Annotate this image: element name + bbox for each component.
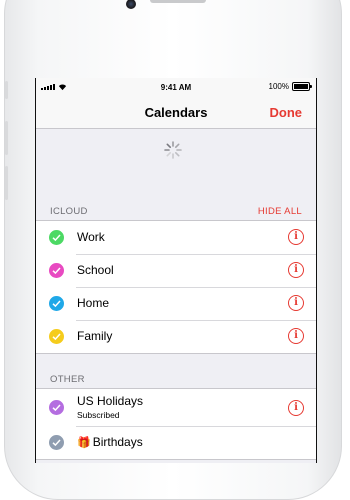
checkmark-icon[interactable]	[49, 435, 64, 450]
checkmark-icon[interactable]	[49, 329, 64, 344]
volume-up-button	[5, 121, 8, 155]
info-icon[interactable]: i	[288, 400, 304, 416]
calendar-label: 🎁 Birthdays	[77, 435, 143, 449]
calendar-row-school[interactable]: School i	[36, 254, 316, 287]
section-header-other: OTHER	[50, 374, 85, 385]
screen: 9:41 AM 100% Calendars Done ICLOUD HIDE …	[35, 78, 317, 463]
battery-percent: 100%	[268, 82, 289, 91]
done-button[interactable]: Done	[270, 105, 303, 120]
other-calendar-list: US Holidays Subscribed i 🎁 Birthdays	[36, 388, 316, 460]
calendar-label: Family	[77, 329, 113, 343]
navigation-bar: Calendars Done	[36, 98, 316, 129]
info-icon[interactable]: i	[288, 328, 304, 344]
checkmark-icon[interactable]	[49, 400, 64, 415]
info-icon[interactable]: i	[288, 295, 304, 311]
calendar-row-birthdays[interactable]: 🎁 Birthdays	[36, 426, 316, 459]
calendar-row-work[interactable]: Work i	[36, 221, 316, 254]
calendar-label: School	[77, 263, 114, 277]
battery-icon	[292, 82, 312, 91]
checkmark-icon[interactable]	[49, 296, 64, 311]
calendar-row-family[interactable]: Family i	[36, 320, 316, 353]
volume-down-button	[5, 166, 8, 200]
calendar-label: US Holidays	[77, 394, 144, 408]
front-camera	[126, 0, 136, 9]
loading-spinner-icon	[164, 141, 182, 159]
gift-icon: 🎁	[77, 437, 91, 449]
calendar-row-us-holidays[interactable]: US Holidays Subscribed i	[36, 389, 316, 426]
checkmark-icon[interactable]	[49, 230, 64, 245]
mute-switch	[5, 81, 8, 99]
info-icon[interactable]: i	[288, 229, 304, 245]
checkmark-icon[interactable]	[49, 263, 64, 278]
earpiece-speaker	[150, 0, 206, 3]
icloud-calendar-list: Work i School i Home i Family i	[36, 220, 316, 354]
calendar-sublabel: Subscribed	[77, 410, 120, 420]
calendar-label: Home	[77, 296, 110, 310]
calendar-row-home[interactable]: Home i	[36, 287, 316, 320]
hide-all-button[interactable]: HIDE ALL	[258, 206, 302, 217]
status-bar: 9:41 AM 100%	[36, 78, 316, 98]
info-icon[interactable]: i	[288, 262, 304, 278]
section-header-icloud: ICLOUD	[50, 206, 88, 217]
calendar-label: Work	[77, 230, 105, 244]
